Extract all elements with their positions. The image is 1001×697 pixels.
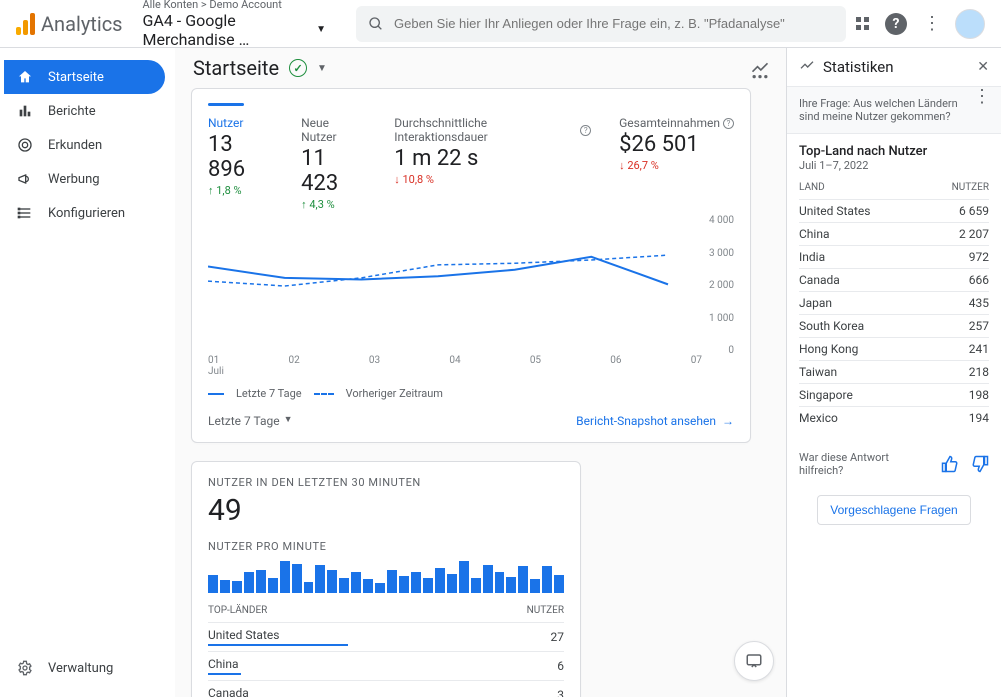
gear-icon (16, 659, 34, 677)
insights-title: Statistiken (823, 58, 894, 76)
realtime-users-value: 49 (208, 493, 564, 528)
megaphone-icon (16, 170, 34, 188)
suggested-questions-button[interactable]: Vorgeschlagene Fragen (817, 495, 970, 525)
analytics-logo: Analytics (16, 12, 123, 36)
table-row: Taiwan218 (799, 361, 989, 384)
date-range-picker[interactable]: Letzte 7 Tage ▼ (208, 414, 293, 428)
main-content: Startseite ✓ ▼ Nutzer13 896↑ 1,8 %Neue N… (175, 48, 786, 697)
table-row: Mexico194 (799, 407, 989, 430)
insights-countries-table: LANDNUTZER United States6 659China2 207I… (799, 182, 989, 429)
sidebar: Startseite Berichte Erkunden Werbung Konfigu… (0, 48, 175, 697)
realtime-card: NUTZER IN DEN LETZTEN 30 MINUTEN 49 NUTZ… (191, 461, 581, 697)
help-icon[interactable]: ? (885, 13, 907, 35)
target-icon (16, 136, 34, 154)
sidebar-item-startseite[interactable]: Startseite (4, 60, 165, 94)
insights-more-icon[interactable]: ⋮ (973, 97, 989, 123)
feedback-fab[interactable] (734, 641, 774, 681)
table-row: South Korea257 (799, 315, 989, 338)
table-row[interactable]: United States27 (208, 623, 564, 652)
metric-Durchschnittliche Interaktionsdauer[interactable]: Durchschnittliche Interaktionsdauer ?1 m… (394, 116, 591, 211)
property-selector[interactable]: Alle Konten > Demo Account GA4 - Google … (143, 0, 327, 49)
metric-Gesamteinnahmen[interactable]: Gesamteinnahmen ?$26 501↓ 26,7 % (619, 116, 734, 211)
sidebar-item-admin[interactable]: Verwaltung (4, 651, 165, 685)
search-icon (368, 16, 384, 32)
sidebar-item-werbung[interactable]: Werbung (4, 162, 165, 196)
sidebar-item-label: Berichte (48, 104, 96, 119)
metric-Neue Nutzer[interactable]: Neue Nutzer11 423↑ 4,3 % (301, 116, 366, 211)
realtime-countries-table: TOP-LÄNDERNUTZER United States27China6Ca… (208, 605, 564, 697)
table-row: Hong Kong241 (799, 338, 989, 361)
help-icon[interactable]: ? (723, 118, 734, 129)
status-ok-icon[interactable]: ✓ (289, 59, 307, 77)
sidebar-item-erkunden[interactable]: Erkunden (4, 128, 165, 162)
sidebar-item-label: Konfigurieren (48, 206, 125, 221)
account-avatar[interactable] (955, 9, 985, 39)
sidebar-item-label: Startseite (48, 70, 104, 85)
table-row: India972 (799, 246, 989, 269)
table-row: Singapore198 (799, 384, 989, 407)
table-row: United States6 659 (799, 200, 989, 223)
house-icon (16, 68, 34, 86)
report-snapshot-link[interactable]: Bericht-Snapshot ansehen → (576, 414, 734, 428)
table-row: Canada666 (799, 269, 989, 292)
insights-toggle-icon[interactable] (750, 60, 770, 80)
help-icon[interactable]: ? (580, 125, 591, 136)
insights-icon (799, 59, 815, 75)
sidebar-item-label: Verwaltung (48, 661, 113, 676)
brand-text: Analytics (41, 12, 123, 36)
table-row[interactable]: Canada3 (208, 681, 564, 697)
search-input[interactable] (394, 16, 834, 31)
overview-card: Nutzer13 896↑ 1,8 % Neue Nutzer11 423↑ 4,… (191, 88, 751, 443)
apps-icon[interactable] (856, 17, 869, 30)
page-title: Startseite (193, 56, 279, 80)
bar-icon (16, 102, 34, 120)
table-row[interactable]: China6 (208, 652, 564, 681)
realtime-sparkline (208, 561, 564, 593)
sidebar-item-label: Erkunden (48, 138, 102, 153)
overview-chart: 01 0002 0003 0004 000 (208, 221, 734, 351)
close-icon[interactable]: ✕ (977, 59, 989, 75)
list-icon (16, 204, 34, 222)
thumb-down-icon[interactable] (971, 455, 989, 473)
app-header: Analytics Alle Konten > Demo Account GA4… (0, 0, 1001, 48)
metric-Nutzer[interactable]: Nutzer13 896↑ 1,8 % (208, 116, 273, 211)
sidebar-item-berichte[interactable]: Berichte (4, 94, 165, 128)
thumb-up-icon[interactable] (941, 455, 959, 473)
table-row: China2 207 (799, 223, 989, 246)
sidebar-item-label: Werbung (48, 172, 100, 187)
insights-panel: Statistiken ✕ Ihre Frage: Aus welchen Lä… (786, 48, 1001, 697)
search-bar[interactable] (356, 6, 846, 42)
sidebar-item-konfigurieren[interactable]: Konfigurieren (4, 196, 165, 230)
table-row: Japan435 (799, 292, 989, 315)
